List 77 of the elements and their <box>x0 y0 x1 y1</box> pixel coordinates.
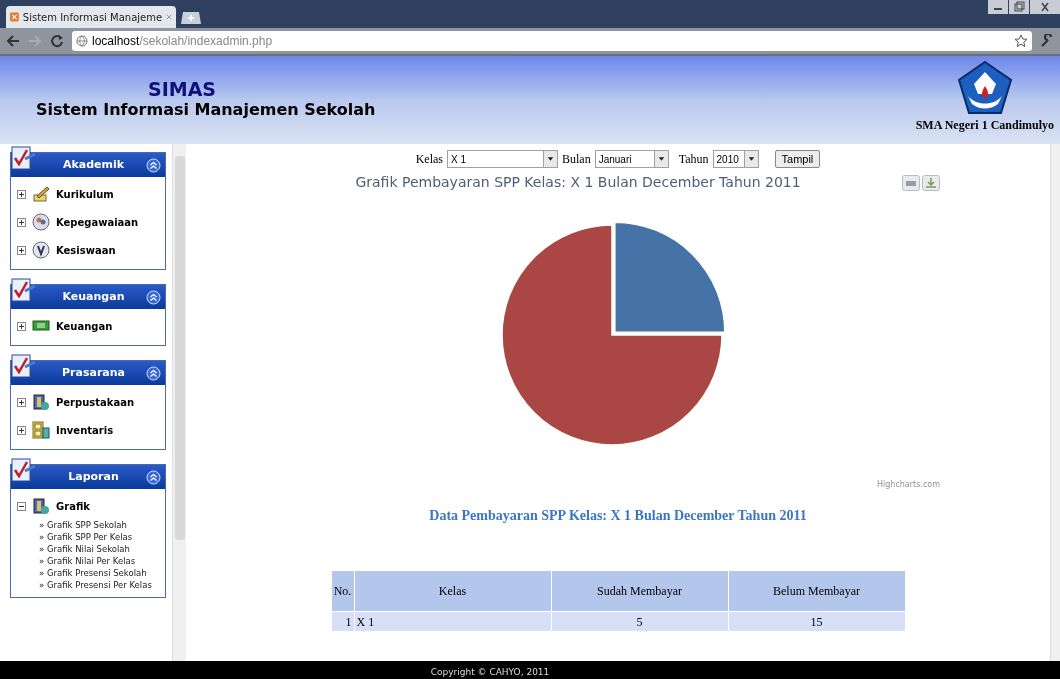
menu-item[interactable]: Keuangan <box>56 318 113 334</box>
download-icon[interactable] <box>922 174 940 191</box>
menu-item[interactable]: Perpustakaan <box>56 394 135 410</box>
page-scrollbar[interactable] <box>1050 144 1060 661</box>
submenu-link[interactable]: » Grafik Nilai Per Kelas <box>17 555 165 567</box>
address-bar[interactable]: localhost/sekolah/indexadmin.php <box>72 31 1032 51</box>
submenu-link[interactable]: » Grafik Presensi Per Kelas <box>17 579 165 591</box>
dropdown[interactable]: 2010 <box>712 150 759 168</box>
app-subtitle: Sistem Informasi Manajemen Sekolah <box>36 100 376 120</box>
emblem-icon <box>32 241 50 259</box>
dropdown[interactable]: Januari <box>594 150 669 168</box>
menu-item[interactable]: Kesiswaan <box>56 242 116 258</box>
collapse-icon[interactable] <box>146 469 161 485</box>
column-header: No. <box>331 571 354 611</box>
expand-toggle[interactable] <box>17 321 26 331</box>
book-icon <box>32 393 50 411</box>
new-tab-icon[interactable] <box>180 11 202 25</box>
collapse-icon[interactable] <box>146 157 161 173</box>
expand-toggle[interactable] <box>17 397 26 407</box>
menu-item[interactable]: Kurikulum <box>56 186 114 202</box>
minimize-icon[interactable] <box>988 0 1008 14</box>
people-icon <box>32 213 50 231</box>
field-label: Bulan <box>562 151 591 168</box>
submenu-link[interactable]: » Grafik Nilai Sekolah <box>17 543 165 555</box>
chart-credit: Highcharts.com <box>877 479 940 491</box>
restore-icon[interactable] <box>1009 0 1029 14</box>
menu-item[interactable]: Inventaris <box>56 422 114 438</box>
column-header: Belum Membayar <box>728 571 905 611</box>
collapse-toggle[interactable] <box>17 501 26 511</box>
submenu-link[interactable]: » Grafik SPP Per Kelas <box>17 531 165 543</box>
copyright-text: Copyright © CAHYO, 2011 <box>430 666 551 679</box>
school-emblem-icon <box>955 60 1014 116</box>
tab-title: Sistem Informasi Manajeme <box>22 10 163 25</box>
checklist-icon <box>9 353 37 381</box>
app-favicon <box>10 11 19 23</box>
column-header: Kelas <box>354 571 551 611</box>
app-name: SIMAS <box>148 78 217 100</box>
panel-title: Akademik <box>61 156 126 173</box>
panel-title: Keuangan <box>61 288 126 305</box>
book-icon <box>32 497 50 515</box>
collapse-icon[interactable] <box>146 289 161 305</box>
checklist-icon <box>9 277 37 305</box>
expand-toggle[interactable] <box>17 217 26 227</box>
back-arrow-icon[interactable] <box>6 35 20 47</box>
dropdown[interactable]: X 1 <box>447 150 558 168</box>
expand-toggle[interactable] <box>17 189 26 199</box>
show-button[interactable]: Tampil <box>774 150 821 168</box>
field-label: Kelas <box>415 151 443 168</box>
browser-tab[interactable]: Sistem Informasi Manajeme <box>6 6 176 28</box>
submenu-link[interactable]: » Grafik SPP Sekolah <box>17 519 165 531</box>
reload-icon[interactable] <box>50 34 64 48</box>
table-cell: 1 <box>331 612 354 631</box>
checklist-icon <box>9 457 37 485</box>
star-icon[interactable] <box>1014 34 1028 48</box>
panel-title: Laporan <box>67 468 120 485</box>
globe-icon <box>76 35 88 47</box>
cabinet-icon <box>32 421 50 439</box>
sidebar-scrollbar[interactable] <box>172 144 186 661</box>
close-icon[interactable] <box>1030 0 1060 14</box>
chart-title: Grafik Pembayaran SPP Kelas: X 1 Bulan December Tahun 2011 <box>355 173 802 192</box>
table-cell: X 1 <box>354 612 551 631</box>
collapse-icon[interactable] <box>146 365 161 381</box>
expand-toggle[interactable] <box>17 425 26 435</box>
table-cell: 15 <box>728 612 905 631</box>
submenu-link[interactable]: » Grafik Presensi Sekolah <box>17 567 165 579</box>
checklist-icon <box>9 145 37 173</box>
menu-item[interactable]: Grafik <box>56 498 90 514</box>
pencil-icon <box>32 185 50 203</box>
menu-item[interactable]: Kepegawaiaan <box>56 214 139 230</box>
url-text: localhost/sekolah/indexadmin.php <box>92 33 273 50</box>
expand-toggle[interactable] <box>17 245 26 255</box>
table-cell: 5 <box>551 612 728 631</box>
table-title: Data Pembayaran SPP Kelas: X 1 Bulan December Tahun 2011 <box>429 507 807 525</box>
field-label: Tahun <box>678 151 709 168</box>
panel-title: Prasarana <box>61 364 126 381</box>
school-name: SMA Negeri 1 Candimulyo <box>915 117 1054 134</box>
column-header: Sudah Membayar <box>551 571 728 611</box>
